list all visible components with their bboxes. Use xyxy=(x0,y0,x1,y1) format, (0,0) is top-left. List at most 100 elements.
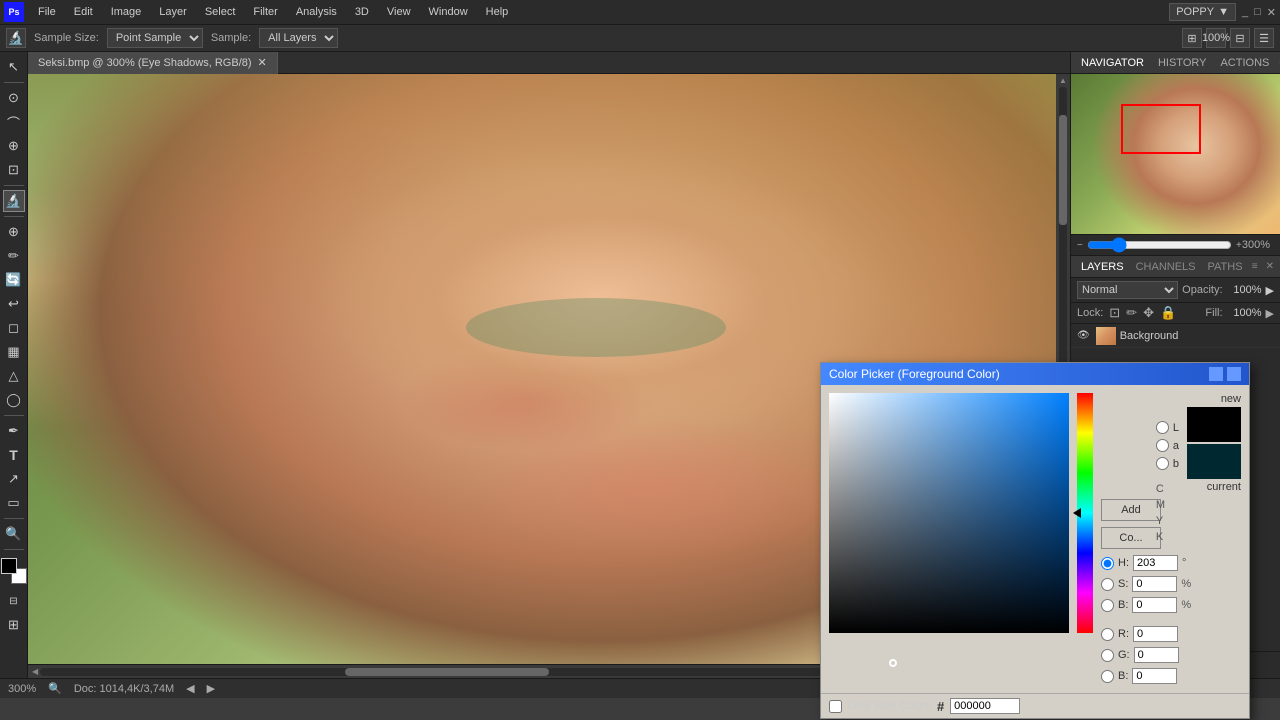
menu-file[interactable]: File xyxy=(30,4,64,20)
menu-window[interactable]: Window xyxy=(421,4,476,20)
lab-l-radio[interactable] xyxy=(1156,421,1169,434)
arrange-windows-icon[interactable]: ⊞ xyxy=(1182,28,1202,48)
green-radio[interactable] xyxy=(1101,649,1114,662)
tab-close-button[interactable]: ✕ xyxy=(258,56,267,69)
blue-input[interactable] xyxy=(1132,668,1177,684)
restore-button[interactable]: □ xyxy=(1254,6,1261,18)
menu-help[interactable]: Help xyxy=(478,4,517,20)
color-gradient-field[interactable] xyxy=(829,393,1069,633)
web-colors-checkbox[interactable] xyxy=(829,700,842,713)
lab-b-radio[interactable] xyxy=(1156,457,1169,470)
opacity-value[interactable]: 100% xyxy=(1227,284,1262,296)
saturation-radio[interactable] xyxy=(1101,578,1114,591)
foreground-color-swatch[interactable] xyxy=(1,558,17,574)
move-tool[interactable]: ↖ xyxy=(3,56,25,78)
path-selection-tool[interactable]: ↗ xyxy=(3,468,25,490)
view-mode-icon[interactable]: ⊟ xyxy=(1230,28,1250,48)
clone-stamp-tool[interactable]: 🔄 xyxy=(3,269,25,291)
scroll-thumb-vertical[interactable] xyxy=(1059,115,1067,225)
close-button[interactable]: ✕ xyxy=(1267,6,1276,19)
text-tool[interactable]: T xyxy=(3,444,25,466)
add-to-swatches-button[interactable]: Add xyxy=(1101,499,1161,521)
menu-3d[interactable]: 3D xyxy=(347,4,377,20)
hue-radio[interactable] xyxy=(1101,557,1114,570)
green-input[interactable] xyxy=(1134,647,1179,663)
scroll-thumb-horizontal[interactable] xyxy=(345,668,549,676)
lock-transparent-icon[interactable]: ⊡ xyxy=(1109,305,1120,321)
tab-actions[interactable]: ACTIONS xyxy=(1216,55,1273,71)
eyedropper-tool[interactable]: 🔬 xyxy=(3,190,25,212)
hue-slider[interactable] xyxy=(1077,393,1093,633)
list-item[interactable]: 👁 Background xyxy=(1071,324,1280,348)
tab-history[interactable]: HISTORY xyxy=(1154,55,1211,71)
menu-view[interactable]: View xyxy=(379,4,419,20)
menu-layer[interactable]: Layer xyxy=(151,4,195,20)
brush-tool[interactable]: ✏ xyxy=(3,245,25,267)
opacity-arrow[interactable]: ▶ xyxy=(1266,284,1274,297)
screen-mode-button[interactable]: ⊞ xyxy=(3,614,25,636)
blur-tool[interactable]: △ xyxy=(3,365,25,387)
lab-a-radio[interactable] xyxy=(1156,439,1169,452)
zoom-tool[interactable]: 🔍 xyxy=(3,523,25,545)
layers-panel-menu[interactable]: ≡ xyxy=(1252,261,1258,272)
color-swatches[interactable] xyxy=(1,558,27,584)
red-input[interactable] xyxy=(1133,626,1178,642)
blue-radio[interactable] xyxy=(1101,670,1114,683)
blend-mode-select[interactable]: Normal xyxy=(1077,281,1178,299)
menu-analysis[interactable]: Analysis xyxy=(288,4,345,20)
brightness-input[interactable] xyxy=(1132,597,1177,613)
menu-filter[interactable]: Filter xyxy=(245,4,285,20)
tab-navigator[interactable]: NAVIGATOR xyxy=(1077,55,1148,71)
green-field-row: G: xyxy=(1101,647,1231,663)
elliptical-marquee-tool[interactable]: ⊙ xyxy=(3,87,25,109)
rectangle-tool[interactable]: ▭ xyxy=(3,492,25,514)
scroll-up-arrow[interactable]: ▲ xyxy=(1059,76,1067,85)
minimize-button[interactable]: _ xyxy=(1242,6,1248,18)
menu-image[interactable]: Image xyxy=(103,4,150,20)
menu-edit[interactable]: Edit xyxy=(66,4,101,20)
canvas-tab[interactable]: Seksi.bmp @ 300% (Eye Shadows, RGB/8) ✕ xyxy=(28,52,278,74)
scroll-nav-right[interactable]: ▶ xyxy=(207,682,215,695)
color-libraries-button[interactable]: Co... xyxy=(1101,527,1161,549)
red-radio[interactable] xyxy=(1101,628,1114,641)
brightness-radio[interactable] xyxy=(1101,599,1114,612)
chevron-down-icon[interactable]: ▼ xyxy=(1218,6,1229,18)
zoom-out-icon[interactable]: − xyxy=(1077,240,1083,251)
gradient-tool[interactable]: ▦ xyxy=(3,341,25,363)
saturation-input[interactable] xyxy=(1132,576,1177,592)
hex-value-input[interactable] xyxy=(950,698,1020,714)
brightness-unit: % xyxy=(1181,599,1191,611)
scroll-left-arrow[interactable]: ◀ xyxy=(32,667,38,676)
dodge-tool[interactable]: ◯ xyxy=(3,389,25,411)
lock-image-icon[interactable]: ✏ xyxy=(1126,305,1137,321)
quick-mask-button[interactable]: ⊟ xyxy=(3,590,25,612)
tab-channels[interactable]: CHANNELS xyxy=(1132,259,1200,275)
eraser-tool[interactable]: ◻ xyxy=(3,317,25,339)
fill-arrow[interactable]: ▶ xyxy=(1266,307,1274,320)
lock-all-icon[interactable]: 🔒 xyxy=(1160,305,1176,321)
fill-value[interactable]: 100% xyxy=(1227,307,1262,319)
layers-panel-close[interactable]: ✕ xyxy=(1266,261,1274,272)
hue-input[interactable] xyxy=(1133,555,1178,571)
healing-brush-tool[interactable]: ⊕ xyxy=(3,221,25,243)
sample-size-select[interactable]: Point Sample xyxy=(107,28,203,48)
pen-tool[interactable]: ✒ xyxy=(3,420,25,442)
layer-visibility-icon[interactable]: 👁 xyxy=(1077,330,1090,341)
quick-selection-tool[interactable]: ⊕ xyxy=(3,135,25,157)
sample-select[interactable]: All Layers xyxy=(259,28,338,48)
lock-move-icon[interactable]: ✥ xyxy=(1143,305,1154,321)
zoom-display[interactable]: 100% xyxy=(1206,28,1226,48)
screen-mode-icon[interactable]: ☰ xyxy=(1254,28,1274,48)
zoom-icon[interactable]: 🔍 xyxy=(48,682,62,695)
history-brush-tool[interactable]: ↩ xyxy=(3,293,25,315)
navigator-zoom-bar: − + 300% xyxy=(1071,234,1280,255)
tab-paths[interactable]: PATHS xyxy=(1204,259,1247,275)
scroll-nav-left[interactable]: ◀ xyxy=(186,682,194,695)
cp-maximize-button[interactable] xyxy=(1227,367,1241,381)
zoom-slider[interactable] xyxy=(1087,237,1232,253)
lasso-tool[interactable]: ⌒ xyxy=(3,111,25,133)
cp-minimize-button[interactable] xyxy=(1209,367,1223,381)
menu-select[interactable]: Select xyxy=(197,4,244,20)
crop-tool[interactable]: ⊡ xyxy=(3,159,25,181)
tab-layers[interactable]: LAYERS xyxy=(1077,259,1128,275)
